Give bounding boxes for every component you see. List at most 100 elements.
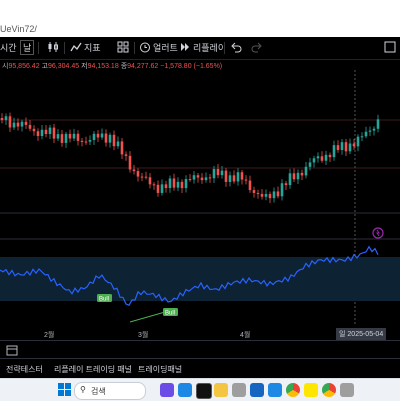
alarm-clock-icon[interactable] bbox=[138, 40, 152, 54]
tab-replay-trading-panel[interactable]: 리플레이 트레이딩 패널 bbox=[54, 364, 132, 375]
candle-body bbox=[264, 194, 268, 197]
candle-body bbox=[28, 124, 32, 129]
time-axis-label: 2월 bbox=[44, 332, 55, 339]
candle-body bbox=[192, 175, 196, 180]
timeframe-label[interactable]: 시간 bbox=[0, 41, 17, 54]
candle-body bbox=[16, 122, 20, 127]
candle-body bbox=[372, 128, 376, 131]
candle-body bbox=[20, 121, 24, 127]
tab-trading-panel[interactable]: 트레이딩패널 bbox=[138, 364, 182, 375]
app-icon[interactable] bbox=[340, 383, 354, 397]
chart-toolbar: 시간 날 지표 얼러트 리플레이 bbox=[0, 37, 400, 60]
candle-body bbox=[164, 184, 168, 188]
app-icon[interactable] bbox=[178, 383, 192, 397]
current-date-tag: 일 2025-05-04 bbox=[336, 328, 387, 340]
bottom-toolbar bbox=[0, 340, 400, 359]
candle-body bbox=[12, 122, 16, 128]
chrome-icon[interactable] bbox=[286, 383, 300, 397]
alert-button[interactable]: 얼러트 bbox=[153, 41, 178, 54]
folder-icon[interactable] bbox=[214, 383, 228, 397]
calendar-icon[interactable] bbox=[6, 344, 18, 356]
candle-body bbox=[136, 171, 140, 177]
candle-body bbox=[92, 133, 96, 141]
candle-body bbox=[204, 177, 208, 181]
candle-type-icon[interactable] bbox=[46, 40, 60, 54]
windows-start-icon[interactable] bbox=[58, 383, 71, 396]
bottom-panel-tabs: 전략테스터 리플레이 트레이딩 패널 트레이딩패널 bbox=[0, 358, 400, 379]
candle-body bbox=[268, 194, 272, 199]
app-icon[interactable] bbox=[196, 383, 212, 399]
candle-body bbox=[48, 127, 52, 134]
candle-body bbox=[200, 177, 204, 181]
current-date-prefix: 일 bbox=[339, 331, 346, 338]
candle-body bbox=[360, 136, 364, 138]
candle-body bbox=[76, 133, 80, 141]
candle-body bbox=[112, 134, 116, 147]
time-axis[interactable]: 2월 3월 4월 일 2025-05-04 bbox=[0, 326, 400, 340]
indicators-button[interactable]: 지표 bbox=[84, 41, 101, 54]
candle-body bbox=[252, 190, 256, 193]
candle-body bbox=[104, 133, 108, 143]
candle-body bbox=[84, 141, 88, 143]
app-icon[interactable] bbox=[250, 383, 264, 397]
tab-strategy-tester[interactable]: 전략테스터 bbox=[6, 364, 43, 375]
bull-signal: Bull bbox=[97, 294, 112, 303]
candle-body bbox=[304, 166, 308, 176]
taskbar-search[interactable]: ⚲ 검색 bbox=[74, 382, 146, 400]
candle-body bbox=[320, 156, 324, 161]
candle-body bbox=[280, 183, 284, 197]
divider bbox=[134, 42, 135, 54]
candle-body bbox=[292, 173, 296, 180]
candle-body bbox=[240, 172, 244, 180]
candle-body bbox=[44, 129, 48, 134]
candle-body bbox=[356, 136, 360, 147]
candle-body bbox=[296, 172, 300, 180]
candle-body bbox=[196, 175, 200, 178]
chrome-icon[interactable] bbox=[322, 383, 336, 397]
candle-body bbox=[168, 178, 172, 188]
candle-body bbox=[288, 173, 292, 186]
candle-body bbox=[108, 134, 112, 143]
candle-body bbox=[300, 172, 304, 176]
candle-body bbox=[220, 170, 224, 176]
fullscreen-icon[interactable] bbox=[383, 40, 397, 54]
candle-body bbox=[352, 143, 356, 147]
window-titlebar: UeVin72/ bbox=[0, 0, 400, 37]
redo-icon[interactable] bbox=[250, 40, 264, 54]
candle-body bbox=[152, 184, 156, 186]
app-icon[interactable] bbox=[160, 383, 174, 397]
undo-icon[interactable] bbox=[229, 40, 243, 54]
candle-body bbox=[176, 181, 180, 188]
candle-body bbox=[148, 177, 152, 185]
divider bbox=[38, 42, 39, 54]
replay-icon[interactable] bbox=[178, 40, 192, 54]
window-title: UeVin72/ bbox=[0, 24, 37, 34]
candle-body bbox=[344, 142, 348, 152]
candle-body bbox=[244, 179, 248, 181]
chat-icon[interactable] bbox=[304, 383, 318, 397]
open-value: 95,856.42 bbox=[8, 63, 40, 70]
layout-grid-icon[interactable] bbox=[116, 40, 130, 54]
candle-body bbox=[332, 145, 336, 158]
candle-body bbox=[212, 168, 216, 179]
indicators-icon[interactable] bbox=[69, 40, 83, 54]
candle-body bbox=[36, 131, 40, 136]
candle-body bbox=[60, 134, 64, 143]
candle-body bbox=[224, 170, 228, 182]
candle-body bbox=[216, 168, 220, 176]
app-icon[interactable] bbox=[268, 383, 282, 397]
candle-body bbox=[180, 181, 184, 189]
candle-body bbox=[376, 119, 380, 129]
candle-body bbox=[128, 155, 132, 170]
chart-canvas[interactable]: Bull Bull bbox=[0, 70, 400, 326]
candle-body bbox=[24, 121, 28, 125]
candle-body bbox=[184, 179, 188, 189]
search-placeholder: 검색 bbox=[91, 387, 106, 396]
candle-body bbox=[8, 116, 12, 128]
divider bbox=[224, 42, 225, 54]
app-icon[interactable] bbox=[232, 383, 246, 397]
candle-body bbox=[52, 127, 56, 139]
timeframe-selector[interactable]: 날 bbox=[20, 40, 35, 55]
candle-body bbox=[260, 193, 264, 197]
replay-button[interactable]: 리플레이 bbox=[193, 41, 226, 54]
